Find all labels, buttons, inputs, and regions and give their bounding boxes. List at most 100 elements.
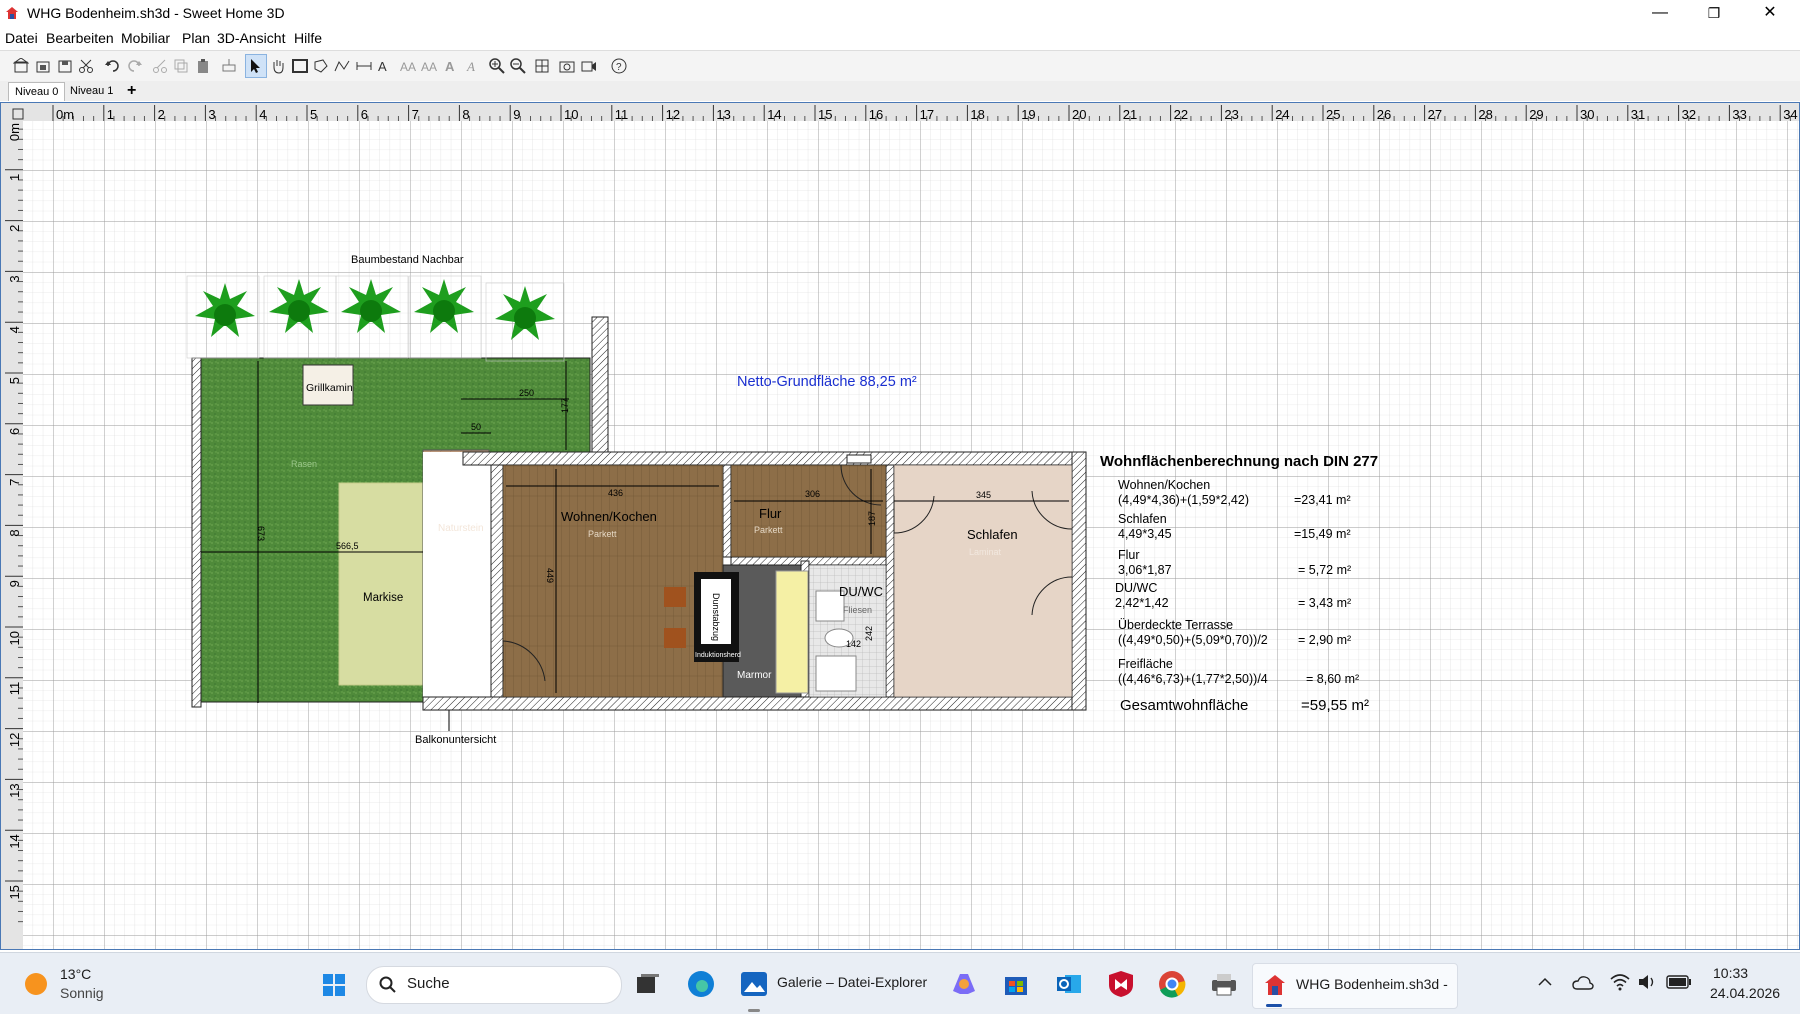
wall-east[interactable] — [1071, 451, 1087, 711]
menu-bearbeiten[interactable]: Bearbeiten — [46, 30, 114, 46]
printer-icon[interactable] — [1210, 971, 1238, 997]
shower-icon[interactable] — [815, 655, 857, 692]
undo-icon[interactable] — [105, 58, 121, 74]
italic-text-icon[interactable]: A — [464, 58, 480, 74]
ruler-y-label: 13 — [7, 783, 22, 797]
calc-row-result: = 2,90 m² — [1298, 633, 1351, 647]
sweethome3d-task-button[interactable]: WHG Bodenheim.sh3d - — [1252, 963, 1458, 1009]
menu-hilfe[interactable]: Hilfe — [294, 30, 322, 46]
explorer-task-label[interactable]: Galerie – Datei-Explorer — [777, 974, 927, 990]
open-home-icon[interactable] — [35, 58, 51, 74]
chair-icon[interactable] — [664, 628, 686, 648]
calc-total-label: Gesamtwohnfläche — [1120, 697, 1248, 714]
zoom-out-icon[interactable] — [510, 58, 526, 74]
create-walls-icon[interactable] — [292, 58, 308, 74]
window-flur[interactable] — [846, 454, 872, 464]
volume-icon[interactable] — [1637, 974, 1657, 990]
task-view-icon[interactable] — [636, 973, 660, 995]
room-flur[interactable] — [730, 464, 887, 558]
pan-hand-icon[interactable] — [270, 58, 286, 74]
create-polylines-icon[interactable] — [334, 58, 350, 74]
cut-disabled-icon[interactable] — [152, 58, 168, 74]
windows-taskbar: 13°C Sonnig Suche Galerie – Datei-Explor… — [0, 952, 1800, 1014]
tab-niveau-0[interactable]: Niveau 0 — [8, 82, 66, 101]
store-icon[interactable] — [1003, 971, 1029, 997]
view-3d-icon[interactable] — [534, 58, 550, 74]
wall-south[interactable] — [422, 696, 1087, 711]
new-home-icon[interactable] — [13, 58, 29, 74]
add-furniture-icon[interactable] — [221, 58, 237, 74]
plan-view[interactable]: 0m 1 2 3 4 5 6 7 8 9 10 11 12 13 14 15 16 17 18 19 20 21 22 23 2… — [0, 102, 1800, 950]
room-wohnen-kochen[interactable] — [502, 464, 724, 698]
create-labels-icon[interactable]: A — [377, 58, 393, 74]
calc-row-name: Schlafen — [1118, 512, 1167, 526]
onedrive-cloud-icon[interactable] — [1572, 975, 1594, 991]
ruler-y-label: 2 — [7, 225, 22, 232]
marmor-label: Marmor — [737, 670, 772, 681]
zoom-in-icon[interactable] — [489, 58, 505, 74]
copy-icon[interactable] — [173, 58, 189, 74]
chevron-up-icon[interactable] — [1538, 977, 1552, 987]
garden-wall-right[interactable] — [591, 316, 609, 453]
edge-browser-icon[interactable] — [687, 970, 715, 998]
menu-datei[interactable]: Datei — [5, 30, 38, 46]
sun-icon[interactable] — [25, 973, 47, 995]
netto-grundflaeche: Netto-Grundfläche 88,25 m² — [737, 374, 917, 390]
room-flur-label: Flur — [759, 506, 782, 521]
wall-terrace[interactable] — [490, 464, 504, 698]
search-placeholder: Suche — [407, 975, 450, 992]
clock-time[interactable]: 10:33 — [1713, 965, 1748, 981]
dim-187: 187 — [867, 511, 877, 526]
kitchen-counter[interactable] — [775, 570, 809, 694]
copilot-icon[interactable] — [950, 971, 978, 997]
select-arrow-icon[interactable] — [247, 58, 263, 74]
windows-start-icon[interactable] — [322, 973, 346, 997]
calc-row-formula: (4,49*4,36)+(1,59*2,42) — [1118, 493, 1249, 507]
ruler-y-label: 15 — [7, 885, 22, 899]
markise[interactable] — [338, 482, 435, 686]
menu-mobiliar[interactable]: Mobiliar — [121, 30, 170, 46]
close-button[interactable]: ✕ — [1743, 0, 1797, 26]
increase-text-icon[interactable]: AA — [400, 58, 416, 74]
paste-icon[interactable] — [195, 58, 211, 74]
calc-row-result: =23,41 m² — [1294, 493, 1351, 507]
create-rooms-icon[interactable] — [313, 58, 329, 74]
ruler-x-label: 17 — [920, 107, 934, 122]
create-photo-icon[interactable] — [559, 58, 575, 74]
photos-gallery-icon[interactable] — [740, 970, 768, 998]
wifi-icon[interactable] — [1610, 973, 1630, 991]
battery-icon[interactable] — [1666, 975, 1692, 989]
bold-text-icon[interactable]: A — [443, 58, 459, 74]
ruler-y-label: 8 — [7, 529, 22, 536]
help-icon[interactable]: ? — [611, 58, 627, 74]
outlook-icon[interactable] — [1055, 971, 1083, 997]
ruler-x-label: 13 — [716, 107, 730, 122]
cut-icon[interactable] — [78, 58, 94, 74]
redo-icon[interactable] — [126, 58, 142, 74]
mcafee-icon[interactable] — [1108, 970, 1134, 998]
calc-row-formula: ((4,49*0,50)+(5,09*0,70))/2 — [1118, 633, 1268, 647]
taskbar-search-box[interactable]: Suche — [366, 966, 622, 1004]
weather-temp[interactable]: 13°C — [60, 966, 91, 982]
chrome-icon[interactable] — [1158, 970, 1186, 998]
menu-plan[interactable]: Plan — [182, 30, 210, 46]
clock-date[interactable]: 24.04.2026 — [1710, 985, 1780, 1001]
wall-north[interactable] — [462, 451, 1087, 466]
menu-3d-ansicht[interactable]: 3D-Ansicht — [217, 30, 285, 46]
create-video-icon[interactable] — [581, 58, 597, 74]
chair-icon[interactable] — [664, 587, 686, 607]
create-dimensions-icon[interactable] — [356, 58, 372, 74]
svg-text:A: A — [466, 59, 475, 74]
ruler-x-label: 28 — [1478, 107, 1492, 122]
active-task-indicator — [1266, 1004, 1282, 1007]
minimize-button[interactable]: — — [1633, 0, 1687, 26]
garden-wall-left[interactable] — [191, 357, 202, 708]
decrease-text-icon[interactable]: AA — [421, 58, 437, 74]
weather-desc[interactable]: Sonnig — [60, 985, 104, 1001]
maximize-button[interactable]: ❐ — [1687, 0, 1741, 26]
add-level-button[interactable]: + — [121, 82, 142, 100]
ruler-x-label: 20 — [1072, 107, 1086, 122]
ruler-x-label: 4 — [259, 107, 266, 122]
save-home-icon[interactable] — [57, 58, 73, 74]
tab-niveau-1[interactable]: Niveau 1 — [64, 82, 119, 100]
